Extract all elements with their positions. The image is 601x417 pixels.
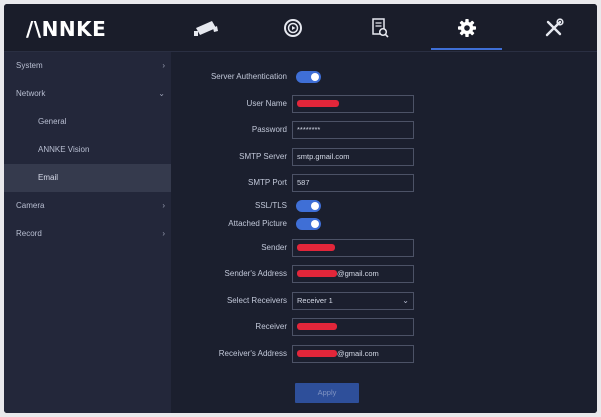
annke-logo: /\NNKE [26,17,107,41]
redaction-mark [297,99,339,107]
nav-maintenance[interactable] [510,4,597,52]
select-receivers-label: Select Receivers [226,296,287,305]
select-receivers-value: Receiver 1 [297,296,333,305]
sender-address-label: Sender's Address [224,269,287,278]
password-label: Password [251,125,287,134]
tools-icon [545,18,564,37]
receiver-address-field[interactable]: @gmail.com [292,345,414,363]
smtp-server-label: SMTP Server [239,152,287,161]
sidebar-item-email[interactable]: Email [4,164,171,192]
top-navigation-bar: /\NNKE [4,4,597,52]
chevron-down-icon: ⌄ [402,296,409,305]
email-settings-panel: Server Authentication User Name Password… [171,52,597,413]
toggle-knob [311,220,319,228]
receiver-row: Receiver [171,318,597,336]
sidebar-item-label: Email [38,173,59,182]
user-name-row: User Name [171,95,597,113]
sidebar-item-record[interactable]: Record › [4,220,171,248]
chevron-right-icon: › [162,61,165,70]
camera-icon [193,21,218,36]
chevron-down-icon: ⌄ [158,89,165,98]
sidebar-item-general[interactable]: General [4,108,171,136]
sidebar-item-label: System [16,61,43,70]
smtp-port-row: SMTP Port 587 [171,174,597,192]
select-receivers-row: Select Receivers Receiver 1 ⌄ [171,292,597,310]
main-nav [162,4,597,52]
receiver-address-row: Receiver's Address @gmail.com [171,345,597,363]
sidebar-item-network[interactable]: Network ⌄ [4,80,171,108]
password-row: Password ******** [171,121,597,139]
toggle-knob [311,202,319,210]
sender-address-domain: @gmail.com [337,269,379,278]
server-auth-toggle[interactable] [296,71,321,83]
chevron-right-icon: › [162,201,165,210]
sender-field[interactable] [292,239,414,257]
sidebar-item-system[interactable]: System › [4,52,171,80]
sidebar-item-camera[interactable]: Camera › [4,192,171,220]
sidebar-item-label: Network [16,89,46,98]
user-name-label: User Name [246,99,287,108]
chevron-right-icon: › [162,229,165,238]
ssl-tls-row: SSL/TLS [171,197,597,215]
password-field[interactable]: ******** [292,121,414,139]
sidebar-item-label: ANNKE Vision [38,145,90,154]
gear-icon [457,19,476,37]
file-search-icon [371,18,389,38]
smtp-port-field[interactable]: 587 [292,174,414,192]
ssl-tls-label: SSL/TLS [254,201,287,210]
redaction-mark [297,243,335,251]
sidebar-item-annke-vision[interactable]: ANNKE Vision [4,136,171,164]
server-auth-row: Server Authentication [171,68,597,86]
apply-button[interactable]: Apply [295,383,359,403]
attached-picture-label: Attached Picture [228,219,287,228]
sidebar-item-label: General [38,117,67,126]
nav-search[interactable] [336,4,423,52]
playback-icon [283,19,302,37]
smtp-port-label: SMTP Port [248,178,287,187]
settings-sidebar: System › Network ⌄ General ANNKE Vision … [4,52,171,413]
server-auth-label: Server Authentication [210,72,287,81]
sidebar-item-label: Camera [16,201,45,210]
user-name-field[interactable] [292,95,414,113]
sender-label: Sender [261,243,287,252]
attached-picture-toggle[interactable] [296,218,321,230]
smtp-server-field[interactable]: smtp.gmail.com [292,148,414,166]
sender-address-field[interactable]: @gmail.com [292,265,414,283]
receiver-address-label: Receiver's Address [218,349,287,358]
app-window: /\NNKE System › Network ⌄ General ANNKE … [4,4,597,413]
sidebar-item-label: Record [16,229,42,238]
toggle-knob [311,73,319,81]
redaction-mark [297,349,337,357]
ssl-tls-toggle[interactable] [296,200,321,212]
attached-picture-row: Attached Picture [171,215,597,233]
receiver-address-domain: @gmail.com [337,349,379,358]
nav-camera[interactable] [162,4,249,52]
nav-playback[interactable] [249,4,336,52]
redaction-mark [297,269,337,277]
receiver-label: Receiver [255,322,287,331]
smtp-server-row: SMTP Server smtp.gmail.com [171,148,597,166]
nav-settings[interactable] [423,4,510,52]
sender-address-row: Sender's Address @gmail.com [171,265,597,283]
receiver-field[interactable] [292,318,414,336]
sender-row: Sender [171,239,597,257]
redaction-mark [297,322,337,330]
select-receivers-dropdown[interactable]: Receiver 1 ⌄ [292,292,414,310]
